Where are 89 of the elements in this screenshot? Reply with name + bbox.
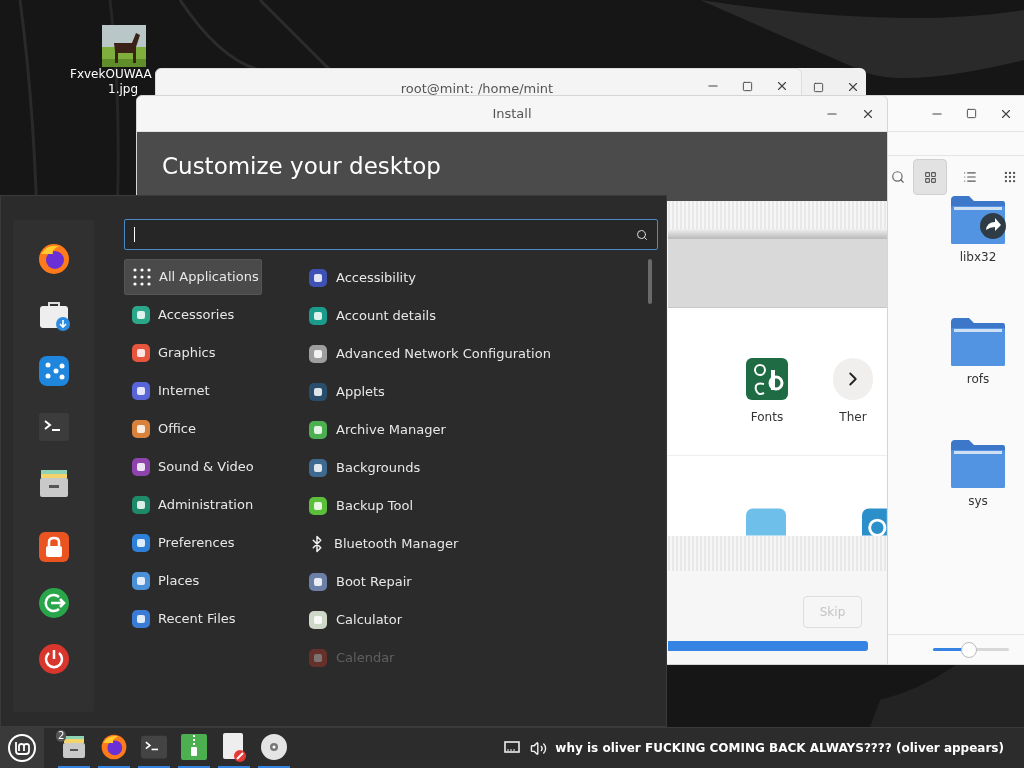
app-icon — [308, 458, 328, 478]
page-heading: Customize your desktop — [162, 152, 441, 182]
file-name: 1.jpg — [108, 82, 139, 97]
firefox-icon — [100, 732, 128, 761]
app-item[interactable]: Applets — [306, 373, 658, 411]
search-icon — [636, 228, 648, 241]
taskbar-button[interactable]: 2 — [58, 727, 90, 768]
maximize-icon[interactable] — [813, 81, 824, 93]
app-icon — [308, 648, 328, 668]
zoom-slider[interactable] — [933, 641, 1009, 658]
app-item[interactable]: Boot Repair — [306, 563, 658, 601]
app-item[interactable]: Archive Manager — [306, 411, 658, 449]
grid-view-icon — [923, 170, 937, 184]
search-field[interactable] — [124, 219, 658, 250]
app-item[interactable]: Accessibility — [306, 259, 658, 297]
category-icon — [131, 419, 151, 439]
lock-icon[interactable] — [36, 530, 71, 564]
app-icon — [746, 508, 787, 536]
network-icon[interactable] — [504, 741, 521, 755]
document-icon — [221, 731, 247, 762]
category-item[interactable]: Recent Files — [124, 601, 262, 637]
close-icon[interactable] — [775, 79, 789, 93]
category-icon — [131, 381, 151, 401]
search-icon[interactable] — [891, 170, 905, 184]
app-item[interactable]: Account details — [306, 297, 658, 335]
category-icon — [131, 533, 151, 553]
settings-icon[interactable] — [36, 354, 71, 388]
category-item[interactable]: Sound & Video — [124, 449, 262, 485]
folder-icon — [949, 316, 1007, 368]
category-icon — [131, 343, 151, 363]
app-icon — [308, 610, 328, 630]
power-icon[interactable] — [36, 642, 71, 676]
category-item[interactable]: Places — [124, 563, 262, 599]
app-icon — [308, 420, 328, 440]
app-icon — [308, 268, 328, 288]
mint-logo-icon — [7, 733, 37, 763]
menu-button[interactable] — [0, 727, 44, 768]
logout-icon[interactable] — [36, 586, 71, 620]
app-label[interactable]: Ther — [839, 408, 867, 426]
maximize-icon[interactable] — [966, 108, 977, 119]
app-icon — [308, 572, 328, 592]
file-name: FxvekOUWAA — [70, 67, 152, 82]
folder-icon — [949, 438, 1007, 490]
list-view-icon — [963, 170, 977, 184]
scrollbar[interactable] — [648, 259, 652, 304]
window-title: Install — [491, 104, 533, 123]
disc-icon — [260, 732, 288, 761]
folder-name[interactable]: libx32 — [959, 248, 997, 266]
status-text[interactable]: why is oliver FUCKING COMING BACK ALWAYS???? (oliver appears) — [555, 739, 1004, 757]
app-item[interactable]: Calculator — [306, 601, 658, 639]
category-item[interactable]: Office — [124, 411, 262, 447]
app-item[interactable]: Advanced Network Configuration — [306, 335, 658, 373]
category-icon — [131, 457, 151, 477]
close-icon[interactable] — [846, 80, 860, 94]
app-icon — [308, 382, 328, 402]
next-arrow-button[interactable] — [833, 358, 873, 400]
maximize-icon[interactable] — [742, 80, 753, 92]
category-item[interactable]: Preferences — [124, 525, 262, 561]
window-title: root@mint: /home/mint — [399, 80, 555, 98]
grid-icon — [132, 267, 152, 287]
category-icon — [131, 305, 151, 325]
fonts-icon[interactable] — [746, 358, 788, 400]
app-item[interactable]: Backup Tool — [306, 487, 658, 525]
category-item[interactable]: All Applications — [124, 259, 262, 295]
app-icon — [308, 496, 328, 516]
category-item[interactable]: Administration — [124, 487, 262, 523]
app-item[interactable]: Bluetooth Manager — [306, 525, 658, 563]
terminal-icon[interactable] — [36, 410, 71, 444]
app-icon — [308, 306, 328, 326]
app-item[interactable]: Backgrounds — [306, 449, 658, 487]
category-item[interactable]: Internet — [124, 373, 262, 409]
category-item[interactable]: Accessories — [124, 297, 262, 333]
category-icon — [131, 495, 151, 515]
terminal-icon — [140, 733, 168, 760]
folder-name[interactable]: sys — [968, 492, 988, 510]
volume-icon[interactable] — [530, 739, 548, 757]
view-button[interactable] — [913, 159, 947, 195]
category-item[interactable]: Graphics — [124, 335, 262, 371]
category-icon — [131, 571, 151, 591]
slider-thumb[interactable] — [960, 641, 977, 658]
folder-link-icon — [949, 194, 1007, 246]
archive-icon — [180, 732, 208, 761]
firefox-icon[interactable] — [36, 242, 71, 276]
app-icon — [308, 344, 328, 364]
folder-name[interactable]: rofs — [966, 370, 990, 388]
count-badge: 2 — [56, 729, 67, 742]
category-icon — [131, 609, 151, 629]
app-label[interactable]: Fonts — [750, 408, 784, 426]
compact-view-icon — [1003, 170, 1017, 184]
